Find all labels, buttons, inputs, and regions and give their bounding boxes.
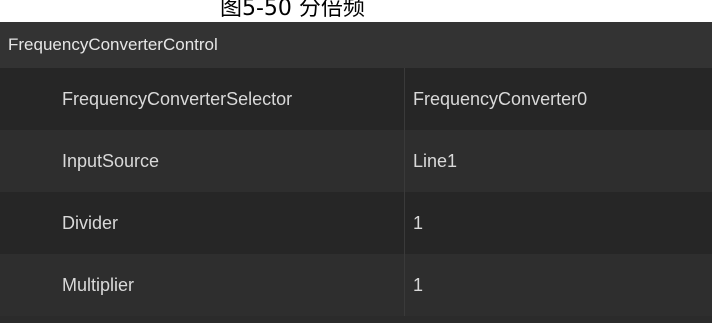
property-row-frequency-converter-selector[interactable]: FrequencyConverterSelector FrequencyConv…	[0, 68, 712, 130]
property-value-multiplier[interactable]: 1	[405, 254, 712, 316]
property-panel: FrequencyConverterControl FrequencyConve…	[0, 22, 712, 323]
figure-caption-text: 图5-50 分倍频	[220, 0, 365, 21]
property-row-divider[interactable]: Divider 1	[0, 192, 712, 254]
property-value-frequency-converter-selector[interactable]: FrequencyConverter0	[405, 68, 712, 130]
property-name: InputSource	[0, 130, 405, 192]
group-header-frequency-converter-control[interactable]: FrequencyConverterControl	[0, 22, 712, 68]
property-row-multiplier[interactable]: Multiplier 1	[0, 254, 712, 316]
property-value-divider[interactable]: 1	[405, 192, 712, 254]
property-name: Multiplier	[0, 254, 405, 316]
figure-caption: 图5-50 分倍频	[0, 0, 712, 22]
property-name: Divider	[0, 192, 405, 254]
property-row-input-source[interactable]: InputSource Line1	[0, 130, 712, 192]
property-value-input-source[interactable]: Line1	[405, 130, 712, 192]
property-name: FrequencyConverterSelector	[0, 68, 405, 130]
